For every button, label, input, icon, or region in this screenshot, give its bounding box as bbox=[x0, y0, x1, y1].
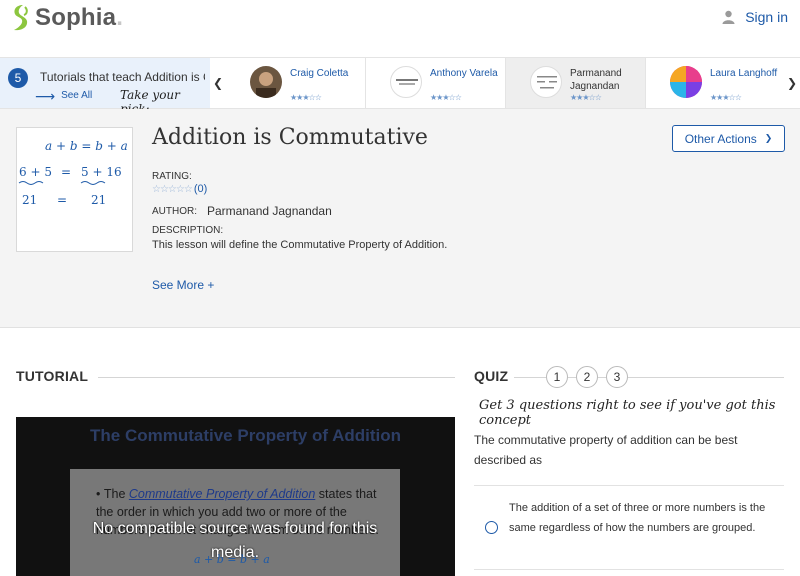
tutorials-label: Tutorials that teach Addition is Commuta… bbox=[40, 70, 205, 84]
quiz-answer-option[interactable]: The addition of a set of three or more n… bbox=[474, 485, 784, 570]
author-label: AUTHOR: bbox=[152, 206, 197, 217]
avatar bbox=[250, 66, 282, 98]
description-label: DESCRIPTION: bbox=[152, 225, 224, 236]
see-more-link[interactable]: See More + bbox=[152, 278, 214, 292]
slide-title: The Commutative Property of Addition bbox=[90, 426, 402, 445]
avatar bbox=[670, 66, 702, 98]
divider bbox=[568, 377, 576, 378]
quiz-section-title: QUIZ bbox=[474, 368, 509, 384]
other-actions-label: Other Actions bbox=[684, 131, 757, 146]
tutor-card-laura-langhoff[interactable]: Laura Langhoff ★★★☆☆ bbox=[646, 58, 784, 108]
lesson-title: Addition is Commutative bbox=[152, 125, 428, 150]
see-all-label: See All bbox=[61, 90, 93, 101]
site-header: Sophia. Sign in bbox=[0, 0, 800, 57]
arrow-right-icon: ⟶ bbox=[35, 87, 56, 104]
avatar bbox=[390, 66, 422, 98]
tutor-rating-stars: ★★★☆☆ bbox=[570, 93, 602, 102]
quiz-step-3[interactable]: 3 bbox=[606, 366, 628, 388]
tutor-card-parmanand-jagnandan[interactable]: Parmanand Jagnandan ★★★☆☆ bbox=[506, 58, 646, 108]
tutor-card-anthony-varela[interactable]: Anthony Varela ★★★☆☆ bbox=[366, 58, 506, 108]
chevron-right-icon[interactable]: ❯ bbox=[784, 58, 800, 108]
sign-in-label: Sign in bbox=[745, 9, 788, 25]
tutor-name: Anthony Varela bbox=[430, 68, 498, 79]
rating-stars[interactable]: ☆☆☆☆☆ bbox=[152, 184, 193, 195]
radio-button[interactable] bbox=[485, 521, 498, 534]
tutor-name: Laura Langhoff bbox=[710, 68, 778, 79]
quiz-step-1[interactable]: 1 bbox=[546, 366, 568, 388]
chevron-left-icon[interactable]: ❮ bbox=[210, 58, 226, 108]
lesson-thumbnail[interactable]: a + b = b + a 6 + 5 = 5 + 16 21 = 21 bbox=[16, 127, 133, 252]
thumb-line-3-right: 21 bbox=[91, 193, 106, 207]
brand-name: Sophia. bbox=[35, 4, 124, 31]
rating-widget[interactable]: ☆☆☆☆☆ (0) bbox=[152, 183, 207, 195]
tutor-name: Craig Coletta bbox=[290, 68, 349, 79]
rating-label: RATING: bbox=[152, 171, 192, 182]
answer-text: The addition of a set of three or more n… bbox=[509, 502, 766, 534]
tutorial-count-badge: 5 bbox=[8, 68, 28, 88]
divider bbox=[514, 377, 546, 378]
thumb-line-2-right: 5 + 16 bbox=[81, 165, 122, 179]
see-all-link[interactable]: ⟶ See All bbox=[35, 87, 93, 104]
divider bbox=[628, 377, 784, 378]
sophia-leaf-icon bbox=[14, 5, 28, 31]
quiz-question: The commutative property of addition can… bbox=[474, 433, 738, 467]
thumb-line-2-eq: = bbox=[61, 165, 71, 179]
author-name: Parmanand Jagnandan bbox=[207, 204, 332, 218]
tutor-rating-stars: ★★★☆☆ bbox=[290, 93, 322, 102]
slide-formula: a + b = b + a bbox=[194, 553, 270, 566]
thumb-line-2-left: 6 + 5 bbox=[19, 165, 52, 179]
tutorials-summary: 5 Tutorials that teach Addition is Commu… bbox=[0, 58, 210, 116]
avatar bbox=[530, 66, 562, 98]
quiz-tagline: Get 3 questions right to see if you've g… bbox=[479, 398, 776, 428]
tutor-rating-stars: ★★★☆☆ bbox=[710, 93, 742, 102]
rating-count: (0) bbox=[193, 183, 208, 195]
thumb-line-3-eq: = bbox=[57, 193, 67, 207]
sign-in-link[interactable]: Sign in bbox=[722, 9, 788, 25]
other-actions-button[interactable]: Other Actions ❯ bbox=[672, 125, 785, 152]
tutorial-section-title: TUTORIAL bbox=[16, 368, 89, 384]
divider bbox=[598, 377, 606, 378]
quiz-step-2[interactable]: 2 bbox=[576, 366, 598, 388]
thumb-line-3-left: 21 bbox=[22, 193, 37, 207]
sophia-logo[interactable]: Sophia. bbox=[10, 4, 123, 32]
tutorials-bar: 5 Tutorials that teach Addition is Commu… bbox=[0, 57, 800, 116]
description-text: This lesson will define the Commutative … bbox=[152, 239, 448, 251]
user-icon bbox=[722, 10, 735, 24]
chevron-down-icon: ❯ bbox=[764, 133, 773, 143]
tutor-rating-stars: ★★★☆☆ bbox=[430, 93, 462, 102]
lesson-details: a + b = b + a 6 + 5 = 5 + 16 21 = 21 Add… bbox=[0, 109, 800, 328]
video-player[interactable]: The Commutative Property of Addition • T… bbox=[16, 417, 455, 576]
tutor-card-craig-coletta[interactable]: Craig Coletta ★★★☆☆ bbox=[226, 58, 366, 108]
thumb-line-1: a + b = b + a bbox=[45, 139, 128, 153]
tutor-name: Parmanand Jagnandan bbox=[570, 68, 622, 92]
divider bbox=[98, 377, 455, 378]
